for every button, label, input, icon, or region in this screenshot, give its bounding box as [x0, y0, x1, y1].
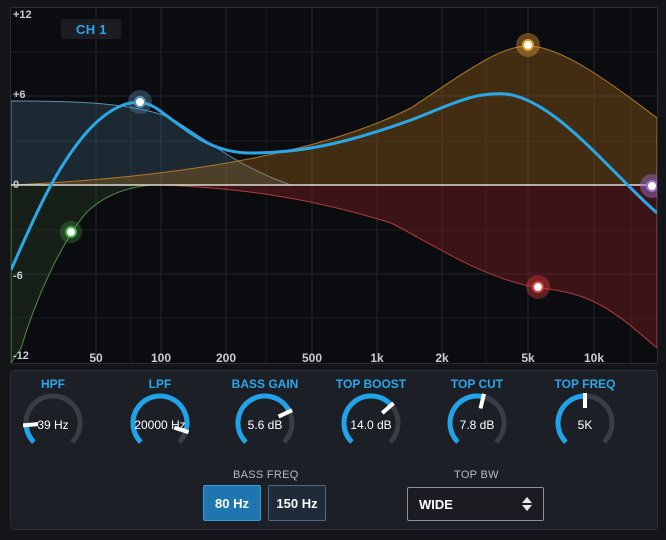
top-boost-node[interactable] [516, 33, 540, 57]
bass-node[interactable] [128, 90, 152, 114]
top-boost-knob[interactable]: TOP BOOST 14.0 dB [326, 371, 416, 461]
top-bw-select[interactable]: WIDE [407, 487, 544, 521]
x-tick-50: 50 [89, 351, 103, 365]
top-boost-knob-value: 14.0 dB [350, 418, 392, 432]
up-down-arrows-icon [522, 497, 532, 511]
bass-gain-knob-value: 5.6 dB [247, 418, 283, 432]
top-freq-knob-label: TOP FREQ [554, 377, 616, 391]
top-bw-label: TOP BW [454, 469, 499, 481]
bass-freq-80hz-button[interactable]: 80 Hz [203, 485, 261, 521]
top-cut-band [160, 184, 657, 349]
top-cut-node[interactable] [526, 275, 550, 299]
eq-app: CH 1 +12 +6 0 -6 -12 50 100 200 500 1k 2… [0, 0, 666, 540]
top-cut-knob-label: TOP CUT [450, 377, 504, 391]
lpf-knob-label: LPF [148, 377, 172, 391]
x-tick-2k: 2k [435, 351, 449, 365]
channel-badge: CH 1 [61, 19, 121, 39]
y-tick-minus12: -12 [13, 350, 29, 362]
hpf-node[interactable] [60, 221, 82, 243]
top-boost-knob-label: TOP BOOST [335, 377, 407, 391]
top-cut-knob-value: 7.8 dB [459, 418, 495, 432]
x-tick-1k: 1k [370, 351, 384, 365]
x-tick-5k: 5k [521, 351, 535, 365]
top-bw-value: WIDE [419, 497, 453, 512]
channel-label: CH 1 [76, 22, 107, 37]
hpf-knob[interactable]: HPF 39 Hz [8, 371, 98, 461]
hpf-knob-value: 39 Hz [37, 418, 69, 432]
top-cut-knob[interactable]: TOP CUT 7.8 dB [432, 371, 522, 461]
x-tick-200: 200 [215, 351, 237, 365]
hpf-knob-label: HPF [41, 377, 65, 391]
x-tick-100: 100 [150, 351, 172, 365]
lpf-knob[interactable]: LPF 20000 Hz [115, 371, 205, 461]
bass-gain-knob-label: BASS GAIN [231, 377, 299, 391]
y-tick-plus12: +12 [13, 9, 32, 21]
y-tick-plus6: +6 [13, 89, 26, 101]
top-freq-knob-value: 5K [577, 418, 593, 432]
top-freq-knob[interactable]: TOP FREQ 5K [540, 371, 630, 461]
x-tick-500: 500 [301, 351, 323, 365]
control-panel: HPF 39 Hz LPF 20000 Hz BASS GAIN 5.6 dB … [10, 370, 658, 530]
bass-freq-150hz-button[interactable]: 150 Hz [268, 485, 326, 521]
y-tick-zero: 0 [13, 179, 20, 191]
bass-freq-label: BASS FREQ [233, 469, 299, 481]
lpf-knob-value: 20000 Hz [134, 418, 186, 432]
x-tick-10k: 10k [583, 351, 605, 365]
y-tick-minus6: -6 [13, 270, 23, 282]
eq-graph-canvas[interactable] [11, 8, 657, 363]
eq-graph[interactable]: CH 1 +12 +6 0 -6 -12 50 100 200 500 1k 2… [10, 7, 658, 365]
bass-gain-knob[interactable]: BASS GAIN 5.6 dB [220, 371, 310, 461]
